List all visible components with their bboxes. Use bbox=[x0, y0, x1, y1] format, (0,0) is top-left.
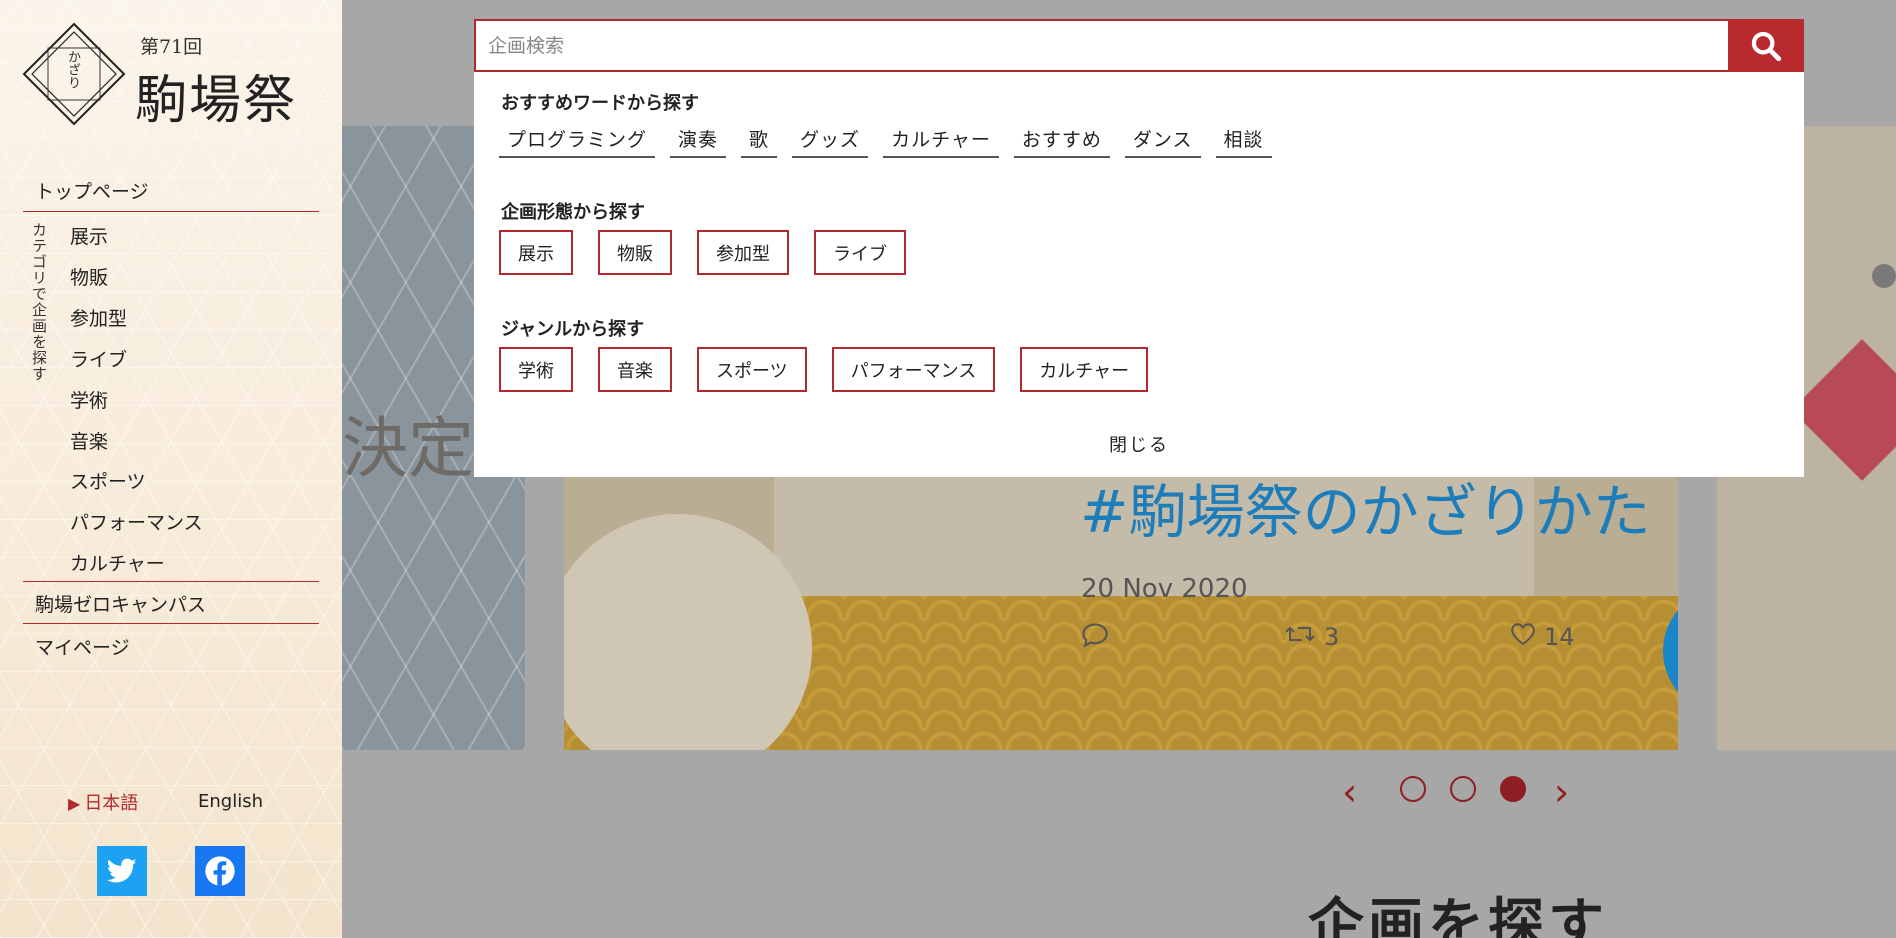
close-button[interactable]: 閉じる bbox=[474, 431, 1804, 457]
nav-category-culture[interactable]: カルチャー bbox=[70, 549, 165, 576]
facebook-icon bbox=[205, 856, 235, 886]
genre-title: ジャンルから探す bbox=[501, 319, 645, 340]
nav-divider bbox=[23, 581, 319, 582]
search-input[interactable] bbox=[474, 19, 1728, 72]
logo-title: 駒場祭 bbox=[135, 71, 298, 131]
word-consultation[interactable]: 相談 bbox=[1215, 123, 1272, 158]
section-heading: 企画を探す bbox=[1308, 892, 1608, 938]
recommended-words: プログラミング 演奏 歌 グッズ カルチャー おすすめ ダンス 相談 bbox=[499, 123, 1272, 158]
nav-category-sports[interactable]: スポーツ bbox=[70, 467, 146, 494]
reply-icon bbox=[1081, 622, 1109, 652]
language-japanese-label: 日本語 bbox=[84, 793, 139, 814]
language-english-link[interactable]: English bbox=[198, 791, 263, 812]
twitter-icon bbox=[107, 858, 137, 883]
format-chip-participation[interactable]: 参加型 bbox=[697, 230, 789, 275]
format-chips: 展示 物販 参加型 ライブ bbox=[499, 230, 906, 275]
nav-my-page[interactable]: マイページ bbox=[23, 633, 319, 660]
search-button[interactable] bbox=[1728, 19, 1804, 72]
nav-category-music[interactable]: 音楽 bbox=[70, 427, 108, 454]
genre-chip-music[interactable]: 音楽 bbox=[598, 347, 672, 392]
nav-category-academic[interactable]: 学術 bbox=[70, 386, 108, 413]
logo-kana: かざり bbox=[65, 50, 80, 89]
genre-chip-sports[interactable]: スポーツ bbox=[697, 347, 807, 392]
genre-chip-culture[interactable]: カルチャー bbox=[1020, 347, 1149, 392]
word-song[interactable]: 歌 bbox=[741, 123, 778, 158]
decorative-dot bbox=[1872, 264, 1896, 288]
word-culture[interactable]: カルチャー bbox=[883, 123, 999, 158]
word-goods[interactable]: グッズ bbox=[792, 123, 869, 158]
nav-zero-campus[interactable]: 駒場ゼロキャンパス bbox=[23, 590, 319, 617]
search-icon bbox=[1751, 31, 1782, 61]
retweet-icon bbox=[1284, 622, 1316, 652]
carousel-next-button[interactable]: › bbox=[1554, 770, 1569, 814]
tweet-date: 20 Nov 2020 bbox=[1081, 574, 1248, 604]
genre-chip-performance[interactable]: パフォーマンス bbox=[831, 347, 996, 392]
language-japanese-link[interactable]: ▶ 日本語 bbox=[68, 789, 138, 815]
like-count: 14 bbox=[1544, 623, 1575, 651]
word-dance[interactable]: ダンス bbox=[1124, 123, 1201, 158]
sidebar: かざり 第71回 駒場祭 トップページ カテゴリで企画を探す 展示 物販 参加型… bbox=[0, 0, 342, 938]
site-logo[interactable]: かざり 第71回 駒場祭 bbox=[22, 22, 312, 131]
search-panel: おすすめワードから探す プログラミング 演奏 歌 グッズ カルチャー おすすめ … bbox=[474, 19, 1804, 477]
heart-icon bbox=[1510, 622, 1536, 652]
retweet-count: 3 bbox=[1324, 623, 1340, 651]
genre-chip-academic[interactable]: 学術 bbox=[499, 347, 573, 392]
nav-top-page[interactable]: トップページ bbox=[23, 177, 319, 204]
genre-chips: 学術 音楽 スポーツ パフォーマンス カルチャー bbox=[499, 347, 1149, 392]
twitter-link[interactable] bbox=[97, 846, 147, 896]
retweet-stat: 3 bbox=[1284, 622, 1339, 652]
nav-category-caption: カテゴリで企画を探す bbox=[30, 222, 48, 382]
carousel-slide-previous-text: 決定 bbox=[342, 410, 474, 487]
format-chip-exhibit[interactable]: 展示 bbox=[499, 230, 573, 275]
carousel-dot-active[interactable] bbox=[1500, 776, 1526, 802]
carousel-prev-button[interactable]: ‹ bbox=[1342, 770, 1357, 814]
nav-category-live[interactable]: ライブ bbox=[70, 345, 127, 372]
word-recommended[interactable]: おすすめ bbox=[1013, 123, 1110, 158]
word-programming[interactable]: プログラミング bbox=[499, 123, 656, 158]
current-language-marker-icon: ▶ bbox=[68, 794, 81, 813]
format-title: 企画形態から探す bbox=[501, 202, 645, 223]
recommended-words-title: おすすめワードから探す bbox=[501, 93, 699, 114]
nav-divider bbox=[23, 211, 319, 212]
carousel-dot[interactable] bbox=[1450, 776, 1476, 802]
carousel-navigation: ‹ › bbox=[1342, 768, 1592, 814]
logo-edition: 第71回 bbox=[140, 36, 203, 58]
nav-category-exhibit[interactable]: 展示 bbox=[70, 222, 108, 249]
nav-divider bbox=[23, 623, 319, 624]
search-bar bbox=[474, 19, 1804, 72]
nav-category-participation[interactable]: 参加型 bbox=[70, 304, 127, 331]
word-performance-music[interactable]: 演奏 bbox=[670, 123, 727, 158]
facebook-link[interactable] bbox=[195, 846, 245, 896]
nav-category-sales[interactable]: 物販 bbox=[70, 263, 108, 290]
tweet-hashtag: #駒場祭のかざりかた bbox=[1080, 478, 1651, 546]
nav-category-performance[interactable]: パフォーマンス bbox=[70, 508, 203, 535]
carousel-dot[interactable] bbox=[1400, 776, 1426, 802]
like-stat: 14 bbox=[1510, 622, 1575, 652]
format-chip-live[interactable]: ライブ bbox=[814, 230, 906, 275]
format-chip-sales[interactable]: 物販 bbox=[598, 230, 672, 275]
